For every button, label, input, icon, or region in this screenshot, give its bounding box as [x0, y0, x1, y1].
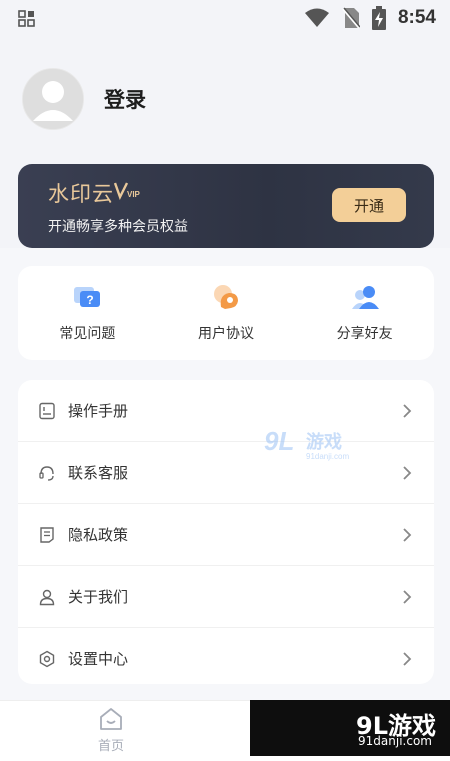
battery-charging-icon — [371, 6, 386, 30]
headset-icon — [39, 465, 54, 481]
corner-watermark: 9L游戏 91danji.com — [250, 700, 450, 756]
svg-text:9L: 9L — [264, 426, 294, 456]
share-friends-icon — [351, 286, 379, 309]
status-bar: 8:54 — [0, 0, 450, 36]
svg-text:游戏: 游戏 — [306, 431, 342, 453]
quick-item-faq[interactable]: ? 常见问题 — [27, 283, 147, 343]
chevron-right-icon — [403, 589, 412, 604]
settings-icon — [39, 650, 55, 667]
menu-item-manual[interactable]: 操作手册 — [18, 380, 434, 442]
vip-title: 水印云 — [48, 182, 114, 206]
vip-badge-text: VIP — [127, 190, 141, 199]
menu-item-about[interactable]: 关于我们 — [18, 566, 434, 628]
watermark-domain: 91danji.com — [358, 734, 432, 748]
menu-card: 操作手册 联系客服 隐私政策 关于我们 设置中心 — [18, 380, 434, 684]
app-grid-icon — [18, 10, 35, 27]
quick-item-agreement[interactable]: 用户协议 — [166, 283, 286, 343]
nav-home-tab[interactable]: 首页 — [98, 707, 124, 754]
login-label[interactable]: 登录 — [104, 84, 146, 114]
chevron-right-icon — [403, 465, 412, 480]
home-icon — [100, 708, 122, 730]
menu-label-about: 关于我们 — [68, 588, 129, 606]
quick-label-agreement: 用户协议 — [197, 326, 254, 342]
faq-icon: ? — [74, 287, 101, 307]
vip-badge-icon: VIP — [114, 182, 141, 200]
nav-home-label: 首页 — [98, 739, 125, 754]
quick-label-faq: 常见问题 — [59, 326, 116, 342]
menu-item-support[interactable]: 联系客服 — [18, 442, 434, 504]
avatar[interactable] — [22, 68, 84, 130]
profile-header[interactable]: 登录 — [22, 68, 146, 130]
wifi-icon — [304, 8, 329, 27]
menu-label-support: 联系客服 — [68, 464, 129, 482]
svg-text:?: ? — [87, 293, 94, 307]
vip-card[interactable]: 水印云 VIP 开通畅享多种会员权益 开通 — [18, 164, 434, 248]
quick-item-share[interactable]: 分享好友 — [305, 283, 425, 343]
watermark-logo: 9L 游戏 91danji.com — [264, 426, 349, 461]
manual-icon — [39, 402, 55, 419]
no-sim-icon — [342, 7, 360, 29]
open-vip-button[interactable]: 开通 — [332, 188, 406, 222]
menu-label-settings: 设置中心 — [68, 650, 129, 668]
quick-label-share: 分享好友 — [336, 326, 393, 342]
svg-text:91danji.com: 91danji.com — [306, 452, 349, 461]
person-icon — [39, 589, 55, 605]
chevron-right-icon — [403, 527, 412, 542]
default-avatar-icon — [23, 69, 83, 129]
chevron-right-icon — [403, 651, 412, 666]
quick-actions-card: ? 常见问题 用户协议 分享好友 — [18, 266, 434, 360]
clock: 8:54 — [397, 7, 436, 28]
vip-subtitle: 开通畅享多种会员权益 — [48, 219, 188, 235]
document-icon — [40, 526, 54, 543]
chevron-right-icon — [403, 403, 412, 418]
menu-item-privacy[interactable]: 隐私政策 — [18, 504, 434, 566]
menu-item-settings[interactable]: 设置中心 — [18, 628, 434, 689]
agreement-icon — [213, 285, 238, 309]
menu-label-manual: 操作手册 — [68, 402, 129, 420]
menu-label-privacy: 隐私政策 — [68, 526, 129, 544]
